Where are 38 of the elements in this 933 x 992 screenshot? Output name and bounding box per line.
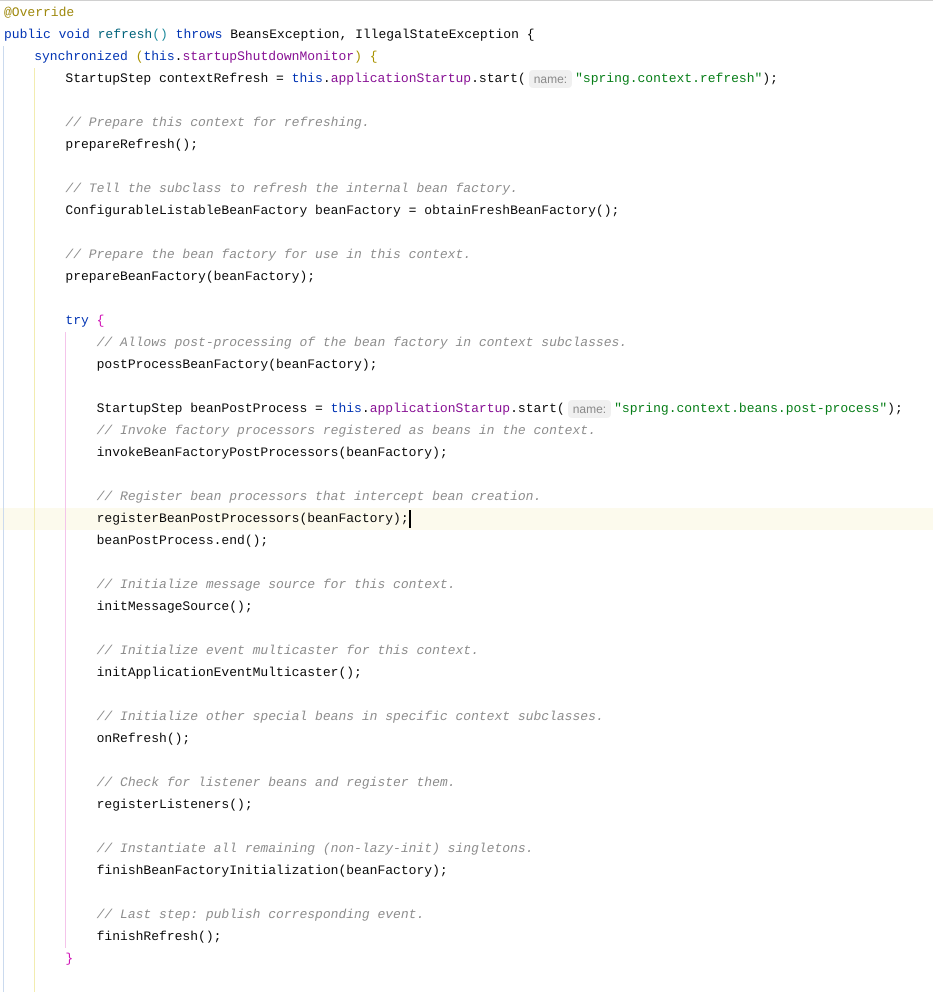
code-text: // Initialize message source for this context. bbox=[96, 576, 456, 594]
code-text: synchronized (this.startupShutdownMonitor) { bbox=[34, 48, 378, 66]
code-text: StartupStep beanPostProcess = this.applicationStartup.start( bbox=[96, 400, 565, 418]
code-text: finishBeanFactoryInitialization(beanFactory); bbox=[96, 862, 448, 880]
code-editor[interactable] bbox=[0, 0, 933, 992]
code-text: // Prepare the bean factory for use in this context. bbox=[65, 246, 472, 264]
text-cursor bbox=[408, 510, 411, 528]
parameter-hint: name: bbox=[568, 400, 612, 418]
code-text: // Tell the subclass to refresh the internal bean factory. bbox=[65, 180, 518, 198]
code-text: // Instantiate all remaining (non-lazy-init) singletons. bbox=[96, 840, 534, 858]
code-text: onRefresh(); bbox=[96, 730, 190, 748]
code-text: prepareBeanFactory(beanFactory); bbox=[65, 268, 316, 286]
code-text: registerListeners(); bbox=[96, 796, 253, 814]
code-text: ConfigurableListableBeanFactory beanFactory = obtainFreshBeanFactory(); bbox=[65, 202, 620, 220]
code-text: try { bbox=[65, 312, 104, 330]
code-text: registerBeanPostProcessors(beanFactory); bbox=[96, 510, 409, 528]
code-text: StartupStep contextRefresh = this.applicationStartup.start( bbox=[65, 70, 526, 88]
code-text: // Initialize event multicaster for this context. bbox=[96, 642, 479, 660]
code-text: initApplicationEventMulticaster(); bbox=[96, 664, 362, 682]
code-text: prepareRefresh(); bbox=[65, 136, 198, 154]
code-text: @Override bbox=[4, 4, 74, 22]
code-text: } bbox=[65, 950, 74, 968]
code-text: public void refresh() throws BeansException, IllegalStateException { bbox=[4, 26, 535, 44]
code-text: // Initialize other special beans in specific context subclasses. bbox=[96, 708, 604, 726]
code-text: "spring.context.refresh"); bbox=[575, 70, 778, 88]
code-text: // Invoke factory processors registered as beans in the context. bbox=[96, 422, 596, 440]
code-text: // Prepare this context for refreshing. bbox=[65, 114, 370, 132]
parameter-hint: name: bbox=[528, 70, 572, 88]
code-text: // Check for listener beans and register them. bbox=[96, 774, 456, 792]
code-text: "spring.context.beans.post-process"); bbox=[614, 400, 903, 418]
code-text: // Last step: publish corresponding event. bbox=[96, 906, 424, 924]
code-text: postProcessBeanFactory(beanFactory); bbox=[96, 356, 378, 374]
code-text: beanPostProcess.end(); bbox=[96, 532, 268, 550]
code-text: // Allows post-processing of the bean factory in context subclasses. bbox=[96, 334, 628, 352]
code-text: invokeBeanFactoryPostProcessors(beanFactory); bbox=[96, 444, 448, 462]
code-text: initMessageSource(); bbox=[96, 598, 253, 616]
code-text: finishRefresh(); bbox=[96, 928, 222, 946]
code-text: // Register bean processors that intercept bean creation. bbox=[96, 488, 542, 506]
